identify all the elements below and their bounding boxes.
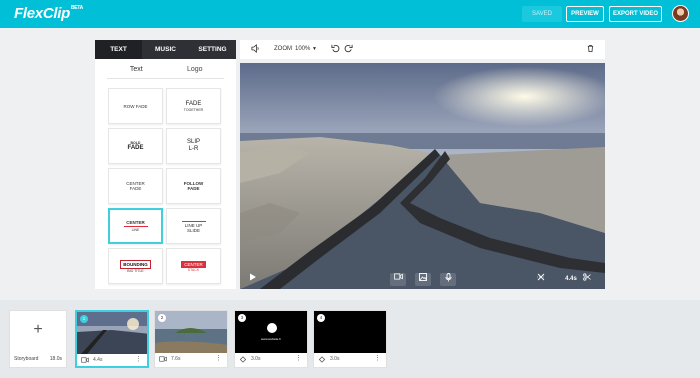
zoom-select[interactable]: 100% ▼ bbox=[295, 40, 317, 59]
tile-label: CENTER bbox=[126, 220, 145, 225]
storyboard-clip-1[interactable]: 1 4.4s ⋮ bbox=[75, 310, 149, 368]
tile-label: FADE bbox=[185, 100, 202, 107]
storyboard-duration: 18.0s bbox=[49, 356, 62, 362]
website-text: www.website.fr bbox=[260, 337, 281, 341]
clip-duration: 4.4s bbox=[93, 357, 103, 363]
text-style-grid: ROW FADE FADE TOGETHER BOLD FADE SLIP L-… bbox=[108, 88, 222, 289]
tile-sublabel: TOGETHER bbox=[183, 107, 204, 112]
tile-sublabel: FADE bbox=[187, 186, 200, 191]
trash-icon[interactable] bbox=[586, 40, 595, 59]
more-icon[interactable]: ⋮ bbox=[374, 354, 381, 362]
clip-thumbnail: www.website.fr 3 bbox=[235, 311, 307, 353]
text-style-row-fade[interactable]: ROW FADE bbox=[108, 88, 163, 124]
export-video-button[interactable]: EXPORT VIDEO bbox=[609, 6, 662, 22]
tile-label: CENTER bbox=[181, 260, 206, 268]
video-icon bbox=[159, 356, 167, 364]
volume-icon[interactable] bbox=[251, 40, 260, 59]
storyboard-label: Storyboard bbox=[14, 356, 39, 362]
tile-sublabel: LINE bbox=[131, 228, 140, 232]
clip-number: 3 bbox=[238, 314, 246, 322]
text-style-bounding[interactable]: BOUNDING BIG TITLE bbox=[108, 248, 163, 284]
red-line bbox=[181, 220, 206, 222]
clip-duration: 7.6s bbox=[171, 356, 181, 362]
text-style-bold-fade[interactable]: BOLD FADE bbox=[108, 128, 163, 164]
tile-sublabel: STACK bbox=[187, 267, 200, 272]
text-style-slip-lr[interactable]: SLIP L-R bbox=[166, 128, 221, 164]
more-icon[interactable]: ⋮ bbox=[295, 354, 302, 362]
main-tabs: TEXT MUSIC SETTING bbox=[95, 40, 236, 59]
plus-icon: + bbox=[33, 321, 43, 338]
preview-button[interactable]: PREVIEW bbox=[566, 6, 604, 22]
clip-thumbnail: 4 bbox=[314, 311, 386, 353]
text-style-follow-fade[interactable]: FOLLOW FADE bbox=[166, 168, 221, 204]
video-icon bbox=[81, 357, 89, 365]
tile-sublabel: FADE bbox=[127, 144, 144, 151]
clip-number: 1 bbox=[80, 315, 88, 323]
text-style-center-fade[interactable]: CENTER FADE bbox=[108, 168, 163, 204]
divider bbox=[107, 78, 224, 79]
storyboard-clip-3[interactable]: www.website.fr 3 3.0s ⋮ bbox=[234, 310, 308, 368]
logo-text: FlexClip bbox=[14, 5, 70, 22]
logo[interactable]: FlexClipBETA bbox=[14, 5, 83, 22]
clip-thumbnail: 2 bbox=[155, 311, 227, 353]
sub-tabs: Text Logo bbox=[107, 62, 224, 79]
tile-label: ROW FADE bbox=[123, 103, 148, 109]
text-style-center-stack[interactable]: CENTER STACK bbox=[166, 248, 221, 284]
tab-setting[interactable]: SETTING bbox=[189, 40, 236, 59]
tile-sublabel: L-R bbox=[188, 146, 199, 152]
clip-duration: 4.4s bbox=[565, 276, 577, 282]
avatar[interactable] bbox=[672, 5, 689, 22]
chevron-down-icon: ▼ bbox=[312, 46, 317, 52]
beta-badge: BETA bbox=[70, 5, 83, 11]
text-style-center-line[interactable]: CENTER LINE bbox=[108, 208, 163, 244]
tile-sublabel: SLIDE bbox=[186, 227, 200, 233]
logo-mark bbox=[267, 323, 277, 333]
scissors-icon[interactable] bbox=[582, 273, 592, 286]
text-style-line-up-slide[interactable]: LINE UP SLIDE bbox=[166, 208, 221, 244]
add-scene-button[interactable]: + Storyboard 18.0s bbox=[9, 310, 67, 368]
red-line bbox=[123, 226, 148, 227]
more-icon[interactable]: ⋮ bbox=[135, 355, 142, 363]
play-icon[interactable] bbox=[248, 273, 258, 286]
paint-bucket-icon bbox=[318, 356, 326, 365]
tile-label: SLIP bbox=[186, 139, 200, 145]
tile-sublabel: BIG TITLE bbox=[127, 268, 144, 273]
tab-music[interactable]: MUSIC bbox=[142, 40, 189, 59]
undo-icon[interactable] bbox=[331, 40, 340, 59]
subtab-text[interactable]: Text bbox=[107, 62, 166, 79]
text-style-fade-together[interactable]: FADE TOGETHER bbox=[166, 88, 221, 124]
storyboard-clip-4[interactable]: 4 3.0s ⋮ bbox=[313, 310, 387, 368]
zoom-value: 100% bbox=[295, 46, 311, 52]
clip-duration: 3.0s bbox=[330, 356, 340, 362]
more-icon[interactable]: ⋮ bbox=[215, 354, 222, 362]
microphone-icon[interactable] bbox=[440, 273, 456, 286]
clip-number: 4 bbox=[317, 314, 325, 322]
zoom-label: ZOOM bbox=[274, 46, 292, 52]
editor-toolbar: ZOOM 100% ▼ bbox=[240, 40, 605, 59]
subtab-logo[interactable]: Logo bbox=[166, 62, 225, 79]
paint-bucket-icon bbox=[239, 356, 247, 365]
trim-icon[interactable] bbox=[536, 273, 546, 286]
tile-label: BOUNDING bbox=[120, 259, 151, 269]
tile-sublabel: FADE bbox=[129, 186, 142, 191]
preview-image bbox=[240, 63, 605, 289]
clip-duration: 3.0s bbox=[251, 356, 261, 362]
image-icon[interactable] bbox=[415, 273, 431, 286]
clip-number: 2 bbox=[158, 314, 166, 322]
player-controls: 4.4s bbox=[240, 270, 605, 289]
top-bar: FlexClipBETA SAVED PREVIEW EXPORT VIDEO bbox=[0, 0, 700, 28]
clip-thumbnail: 1 bbox=[77, 312, 147, 354]
tab-text[interactable]: TEXT bbox=[95, 40, 142, 59]
text-panel: TEXT MUSIC SETTING Text Logo ROW FADE FA… bbox=[95, 40, 236, 289]
saved-status: SAVED bbox=[522, 6, 562, 22]
storyboard-clip-2[interactable]: 2 7.6s ⋮ bbox=[154, 310, 228, 368]
video-icon[interactable] bbox=[390, 273, 406, 286]
redo-icon[interactable] bbox=[344, 40, 353, 59]
video-preview[interactable] bbox=[240, 63, 605, 289]
